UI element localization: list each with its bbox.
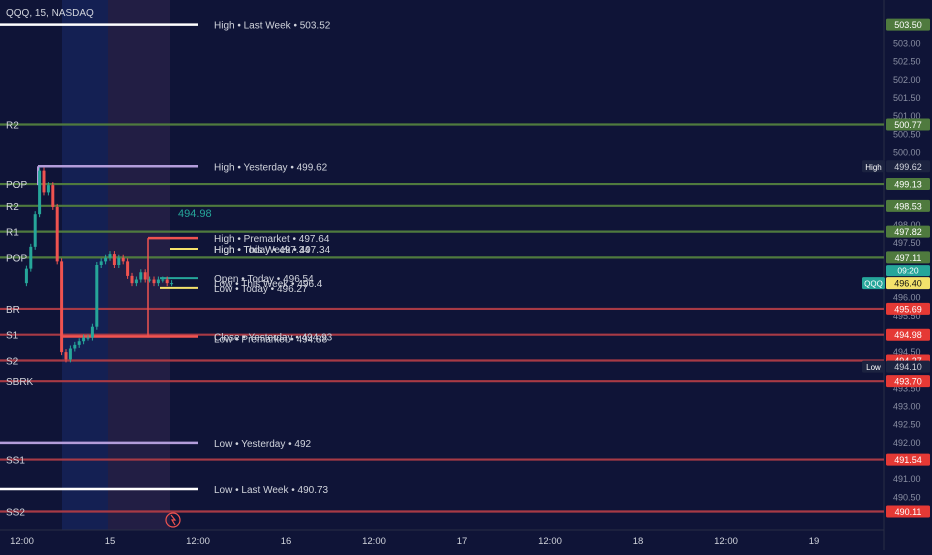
- level-text-7: Low • Today • 496.27: [214, 284, 308, 295]
- candle-body-3: [33, 214, 37, 247]
- symbol-title: QQQ, 15, NASDAQ: [6, 8, 94, 19]
- level-text-2: High • Premarket • 497.64: [214, 234, 330, 245]
- candle-body-10: [64, 352, 68, 360]
- price-tick-1: 502.50: [893, 57, 921, 67]
- pivot-label-2: R2: [6, 202, 19, 213]
- candle-body-11: [68, 348, 72, 360]
- pivot-label-7: S2: [6, 356, 19, 367]
- candle-body-21: [112, 254, 116, 265]
- price-badge-text-14: 490.11: [895, 507, 922, 517]
- level-text-10: Low • Yesterday • 492: [214, 439, 312, 450]
- candle-body-9: [60, 261, 64, 353]
- time-label-1: 15: [105, 536, 116, 547]
- price-badge-text-13: 491.54: [894, 455, 922, 465]
- pivot-label-3: R1: [6, 228, 19, 239]
- pivot-label-0: R2: [6, 121, 19, 132]
- candle-body-1: [24, 268, 28, 284]
- pivot-label-4: POP: [6, 253, 27, 264]
- candle-body-24: [126, 261, 130, 276]
- candle-body-30: [152, 279, 156, 284]
- candle-body-23: [121, 257, 125, 262]
- time-label-8: 12:00: [714, 536, 738, 547]
- pivot-label-8: SBRK: [6, 377, 34, 388]
- candle-body-29: [148, 279, 152, 281]
- candle-body-5: [42, 170, 46, 193]
- pivot-label-9: SS1: [6, 456, 25, 467]
- price-tick-14: 492.50: [893, 420, 921, 430]
- price-tick-5: 500.50: [893, 129, 921, 139]
- price-tick-9: 496.00: [893, 293, 921, 303]
- price-badge-text-7: 496.40: [894, 279, 922, 289]
- candle-body-13: [77, 341, 81, 345]
- price-tick-6: 500.00: [893, 147, 921, 157]
- price-badge-text-11: 494.10: [894, 362, 922, 372]
- candle-body-18: [99, 261, 103, 265]
- candle-body-7: [51, 185, 55, 207]
- price-tick-15: 492.00: [893, 438, 921, 448]
- countdown-badge-text: 09:20: [897, 266, 919, 276]
- candle-body-25: [130, 275, 134, 284]
- candle-body-16: [90, 326, 94, 338]
- time-label-9: 19: [809, 536, 820, 547]
- pivot-label-10: SS2: [6, 507, 25, 518]
- price-tick-2: 502.00: [893, 75, 921, 85]
- level-text-11: Low • Last Week • 490.73: [214, 485, 329, 496]
- candle-body-19: [104, 257, 108, 262]
- candle-body-2: [29, 246, 33, 269]
- price-badge-text-1: 500.77: [894, 120, 922, 130]
- candle-body-12: [73, 344, 77, 349]
- price-badge-text-6: 497.11: [895, 253, 922, 263]
- price-badge-text-8: 495.69: [894, 304, 922, 314]
- candle-body-4: [38, 170, 42, 215]
- level-text-1: High • Yesterday • 499.62: [214, 162, 328, 173]
- price-annotation: 494.98: [178, 208, 212, 220]
- price-badge-text-2: 499.62: [894, 162, 922, 172]
- price-tick-0: 503.00: [893, 39, 921, 49]
- price-tick-8: 497.50: [893, 238, 921, 248]
- candle-body-34: [170, 283, 174, 285]
- candle-body-15: [86, 337, 90, 339]
- time-label-7: 18: [633, 536, 644, 547]
- time-label-5: 17: [457, 536, 468, 547]
- price-tick-3: 501.50: [893, 93, 921, 103]
- time-label-2: 12:00: [186, 536, 210, 547]
- candle-body-26: [134, 279, 138, 284]
- level-text-0: High • Last Week • 503.52: [214, 21, 331, 32]
- candle-body-14: [82, 337, 86, 342]
- badge-tag-text-11: Low: [866, 363, 881, 372]
- price-badge-text-0: 503.50: [894, 20, 922, 30]
- time-label-0: 12:00: [10, 536, 34, 547]
- pivot-label-6: S1: [6, 331, 19, 342]
- pivot-label-5: BR: [6, 305, 20, 316]
- level-text-4: High • This Week • 497.34: [214, 245, 331, 256]
- price-badge-text-12: 493.70: [894, 377, 922, 387]
- badge-tag-text-2: High: [865, 163, 881, 172]
- price-tick-13: 493.00: [893, 402, 921, 412]
- candle-body-8: [55, 206, 59, 262]
- pivot-label-1: POP: [6, 180, 27, 191]
- candle-body-33: [165, 279, 169, 284]
- price-tick-16: 491.00: [893, 474, 921, 484]
- candle-body-20: [108, 254, 112, 258]
- time-label-6: 12:00: [538, 536, 562, 547]
- time-label-4: 12:00: [362, 536, 386, 547]
- level-text-9: Low • Premarket • 494.88: [214, 334, 328, 345]
- candle-body-22: [117, 257, 121, 265]
- candle-body-32: [161, 279, 165, 281]
- price-tick-17: 490.50: [893, 492, 921, 502]
- chart-canvas: R2 POP R2 R1 POP BR S1 S2 SBRK SS1 SS2 High • Last…: [0, 0, 932, 550]
- candle-body-27: [139, 272, 143, 280]
- candle-body-28: [143, 272, 147, 280]
- candle-body-17: [95, 265, 99, 327]
- price-badge-text-5: 497.82: [894, 227, 922, 237]
- price-badge-text-3: 499.13: [894, 180, 922, 190]
- price-chart[interactable]: R2 POP R2 R1 POP BR S1 S2 SBRK SS1 SS2 High • Last…: [0, 0, 932, 550]
- candle-body-6: [46, 185, 50, 193]
- badge-tag-text-7: QQQ: [864, 280, 883, 289]
- price-badge-text-4: 498.53: [894, 201, 922, 211]
- time-label-3: 16: [281, 536, 292, 547]
- candle-body-31: [156, 279, 160, 284]
- price-badge-text-9: 494.98: [894, 330, 922, 340]
